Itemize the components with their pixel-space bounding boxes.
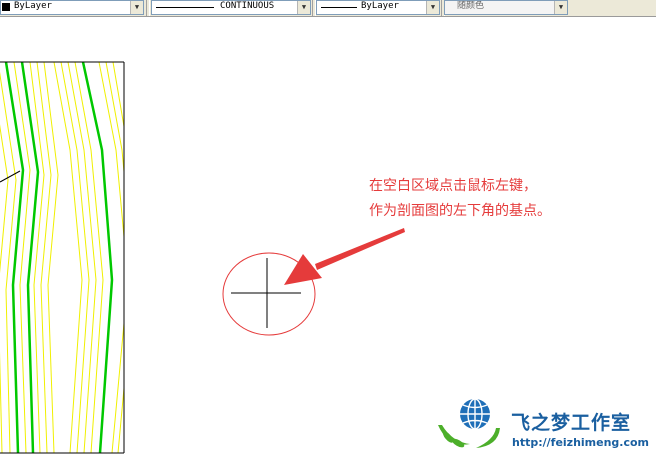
drawing-canvas[interactable] [0, 0, 656, 473]
annotation-line-1: 在空白区域点击鼠标左键， [369, 178, 537, 194]
leader-line [0, 170, 21, 183]
contour-lines-minor [0, 62, 124, 453]
contour-line [36, 62, 52, 453]
red-arrow-icon [284, 228, 405, 285]
contour-line [60, 62, 90, 453]
annotation-line-2: 作为剖面图的左下角的基点。 [369, 203, 551, 219]
watermark-name: 飞之梦工作室 [511, 412, 632, 434]
watermark-url: http://feizhimeng.com [512, 436, 650, 449]
contour-line [74, 62, 104, 453]
instruction-annotation: 在空白区域点击鼠标左键， 作为剖面图的左下角的基点。 [369, 174, 551, 224]
contour-line [0, 71, 17, 453]
globe-logo-icon [438, 398, 500, 448]
contour-line [53, 62, 83, 453]
crosshair-cursor-icon [231, 258, 301, 328]
contour-map [0, 62, 124, 453]
contour-line [67, 62, 97, 453]
contour-line [43, 62, 59, 453]
